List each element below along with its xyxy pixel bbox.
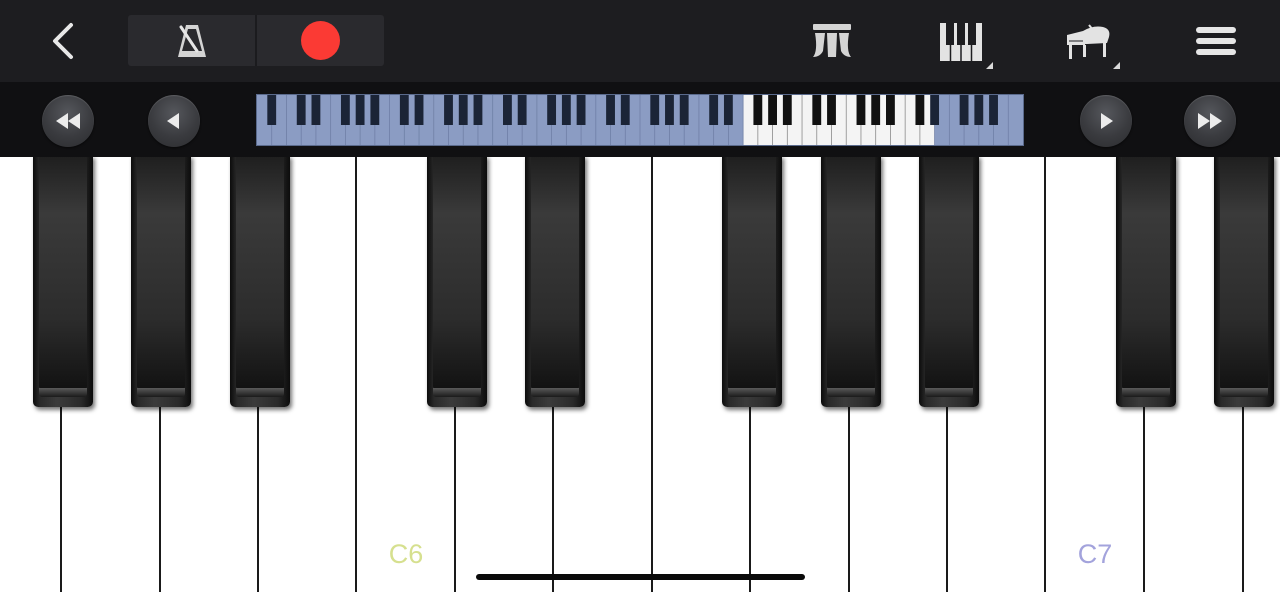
- mini-black-key: [503, 95, 512, 125]
- mini-black-key: [620, 95, 630, 125]
- chevron-left-icon: [53, 23, 73, 59]
- mini-black-key: [473, 95, 483, 125]
- black-key[interactable]: [33, 157, 93, 407]
- mini-black-key: [753, 95, 763, 125]
- black-key[interactable]: [427, 157, 487, 407]
- mini-black-key: [679, 95, 689, 125]
- fast-rewind-icon: [56, 113, 80, 129]
- sustain-pedal-icon: [813, 24, 851, 57]
- black-key[interactable]: [821, 157, 881, 407]
- mini-black-key: [399, 95, 409, 125]
- keyboard-layout-button[interactable]: [928, 14, 994, 70]
- play-right-icon: [1101, 113, 1113, 129]
- record-button[interactable]: [257, 15, 384, 66]
- mini-black-key: [296, 95, 306, 125]
- mini-black-key: [547, 95, 557, 125]
- black-key[interactable]: [1116, 157, 1176, 407]
- mini-black-key: [930, 95, 940, 125]
- scroll-far-left-button[interactable]: [42, 95, 94, 147]
- mini-black-key: [812, 95, 822, 125]
- black-key[interactable]: [919, 157, 979, 407]
- grand-piano-icon: [1067, 24, 1110, 59]
- mini-black-key: [959, 95, 969, 125]
- key-label-c7: C7: [1077, 539, 1113, 569]
- menu-button[interactable]: [1186, 14, 1246, 68]
- mini-black-key: [974, 95, 984, 125]
- mini-black-key: [856, 95, 866, 125]
- mini-black-key: [650, 95, 660, 125]
- hamburger-menu-icon: [1196, 27, 1236, 55]
- key-label-c6: C6: [388, 539, 424, 569]
- back-button[interactable]: [36, 14, 92, 68]
- mini-black-key: [576, 95, 586, 125]
- mini-black-key: [768, 95, 777, 125]
- metronome-button[interactable]: [128, 15, 255, 66]
- mini-black-key: [414, 95, 424, 125]
- mini-black-key: [871, 95, 881, 125]
- instrument-button[interactable]: [1055, 14, 1121, 70]
- top-toolbar: [0, 0, 1280, 82]
- mini-black-key: [723, 95, 733, 125]
- black-key[interactable]: [722, 157, 782, 407]
- black-key[interactable]: [131, 157, 191, 407]
- scroll-left-button[interactable]: [148, 95, 200, 147]
- mini-black-key: [561, 95, 571, 125]
- mini-black-key: [311, 95, 321, 125]
- mini-black-key: [915, 95, 925, 125]
- mini-black-key: [267, 95, 277, 125]
- options-corner-indicator: [1113, 62, 1120, 69]
- black-key[interactable]: [230, 157, 290, 407]
- mini-black-key: [606, 95, 615, 125]
- piano-keyboard: C6 C7: [0, 157, 1280, 592]
- mini-keyboard: [257, 95, 1023, 145]
- mini-black-key: [709, 95, 719, 125]
- fast-forward-icon: [1198, 113, 1222, 129]
- black-key[interactable]: [1214, 157, 1274, 407]
- mini-keyboard-range-selector[interactable]: [256, 94, 1024, 146]
- mini-black-key: [827, 95, 836, 125]
- home-indicator[interactable]: [476, 574, 805, 580]
- mini-black-key: [782, 95, 792, 125]
- mini-black-key: [444, 95, 453, 125]
- record-icon: [301, 21, 340, 60]
- keyboard-layout-icon: [940, 23, 982, 61]
- scroll-right-button[interactable]: [1080, 95, 1132, 147]
- mini-black-key: [665, 95, 674, 125]
- options-corner-indicator: [986, 62, 993, 69]
- play-left-icon: [167, 113, 179, 129]
- mini-black-key: [989, 95, 998, 125]
- mini-black-key: [370, 95, 380, 125]
- black-key[interactable]: [525, 157, 585, 407]
- sustain-button[interactable]: [800, 14, 864, 68]
- keyboard-navigation-strip: [0, 82, 1280, 157]
- mini-black-key: [458, 95, 468, 125]
- mini-black-key: [355, 95, 365, 125]
- mini-black-key: [340, 95, 350, 125]
- mini-black-key: [517, 95, 527, 125]
- metronome-icon: [177, 24, 206, 57]
- mini-black-key: [886, 95, 895, 125]
- scroll-far-right-button[interactable]: [1184, 95, 1236, 147]
